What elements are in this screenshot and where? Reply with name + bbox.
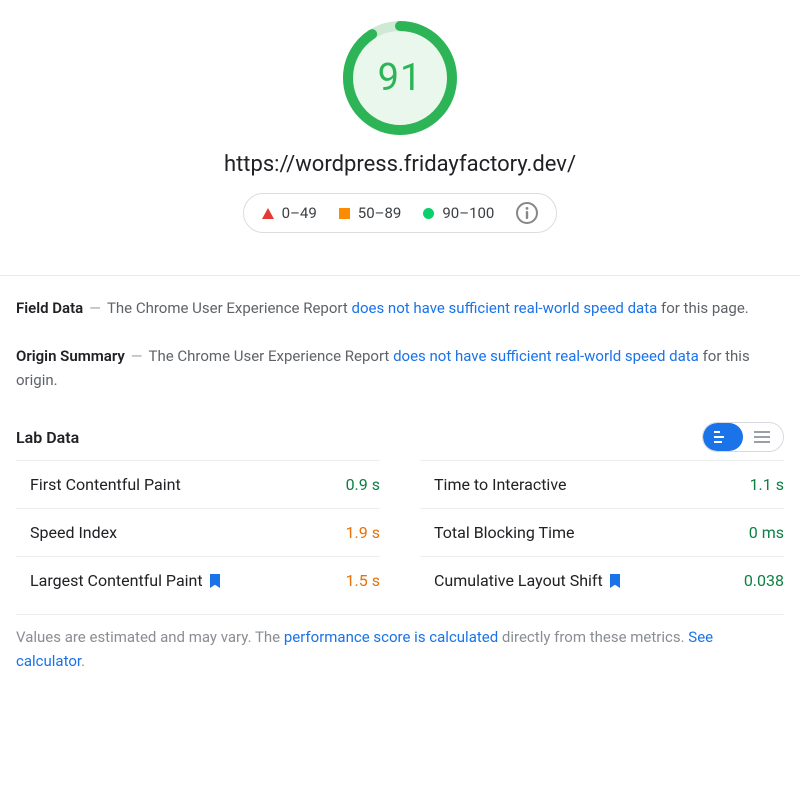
metric-name: Total Blocking Time <box>434 523 735 542</box>
metric-name: Time to Interactive <box>434 475 736 494</box>
view-toggle[interactable] <box>702 422 784 452</box>
bookmark-icon <box>209 574 221 588</box>
metric-row[interactable]: Largest Contentful Paint 1.5 s <box>16 556 380 604</box>
metric-row[interactable]: Total Blocking Time 0 ms <box>420 508 784 556</box>
perf-score-calc-link[interactable]: performance score is calculated <box>284 628 498 646</box>
metric-value: 1.9 s <box>346 523 380 542</box>
metric-name: Speed Index <box>30 523 332 542</box>
field-data-section: Field Data—The Chrome User Experience Re… <box>16 296 784 320</box>
metric-value: 0.038 <box>744 571 784 590</box>
square-icon <box>339 208 350 219</box>
metric-row[interactable]: First Contentful Paint 0.9 s <box>16 460 380 508</box>
metric-row[interactable]: Cumulative Layout Shift 0.038 <box>420 556 784 604</box>
legend-low: 0–49 <box>262 204 317 222</box>
view-toggle-detailed[interactable] <box>703 423 743 451</box>
metric-row[interactable]: Speed Index 1.9 s <box>16 508 380 556</box>
legend-mid: 50–89 <box>339 204 402 222</box>
performance-score-value: 91 <box>340 18 460 138</box>
metric-name: First Contentful Paint <box>30 475 332 494</box>
origin-summary-section: Origin Summary—The Chrome User Experienc… <box>16 344 784 392</box>
lab-footnote: Values are estimated and may vary. The p… <box>16 614 784 673</box>
bookmark-icon <box>609 574 621 588</box>
metric-value: 1.1 s <box>750 475 784 494</box>
metric-name: Cumulative Layout Shift <box>434 571 730 590</box>
metric-name: Largest Contentful Paint <box>30 571 332 590</box>
score-legend: 0–49 50–89 90–100 <box>243 193 558 233</box>
view-toggle-compact[interactable] <box>743 423 783 451</box>
info-icon[interactable] <box>516 202 538 224</box>
performance-score-gauge: 91 <box>340 18 460 138</box>
metric-row[interactable]: Time to Interactive 1.1 s <box>420 460 784 508</box>
origin-summary-link[interactable]: does not have sufficient real-world spee… <box>393 347 699 365</box>
field-data-link[interactable]: does not have sufficient real-world spee… <box>352 299 658 317</box>
page-url: https://wordpress.fridayfactory.dev/ <box>16 152 784 177</box>
triangle-icon <box>262 208 274 219</box>
circle-icon <box>423 208 434 219</box>
metric-value: 1.5 s <box>346 571 380 590</box>
metric-value: 0 ms <box>749 523 784 542</box>
lab-data-heading: Lab Data <box>16 428 79 447</box>
legend-high: 90–100 <box>423 204 494 222</box>
metric-value: 0.9 s <box>346 475 380 494</box>
